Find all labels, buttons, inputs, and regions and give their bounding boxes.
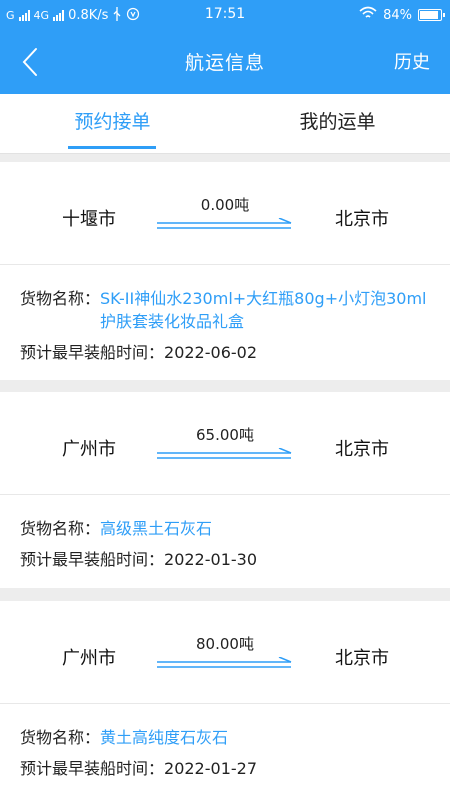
- route-section: 十堰市 0.00吨 北京市: [0, 162, 450, 265]
- origin-city: 广州市: [62, 648, 116, 669]
- destination-city: 北京市: [335, 439, 389, 460]
- date-label: 预计最早装船时间：: [20, 550, 165, 569]
- app-header: G 4G 0.8K/s 17:51 84% 航运信息 历史: [0, 0, 450, 94]
- order-details: 货物名称： 黄土高纯度石灰石 预计最早装船时间： 2022-01-27: [0, 704, 450, 780]
- destination-city: 北京市: [335, 209, 389, 230]
- cargo-row: 货物名称： SK-II神仙水230ml+大红瓶80g+小灯泡30ml护肤套装化妆…: [20, 287, 432, 333]
- route-arrow-icon: [157, 218, 292, 229]
- nav-bar: 航运信息 历史: [0, 30, 450, 94]
- page-title: 航运信息: [184, 52, 265, 74]
- date-row: 预计最早装船时间： 2022-06-02: [20, 341, 432, 364]
- tab-my-waybills[interactable]: 我的运单: [225, 94, 450, 154]
- cargo-label: 货物名称：: [20, 289, 101, 308]
- order-card[interactable]: 十堰市 0.00吨 北京市 货物名称： SK-II神仙水230ml+大红瓶80g…: [0, 162, 450, 380]
- status-bar: G 4G 0.8K/s 17:51 84%: [0, 0, 450, 30]
- route-arrow-icon: [157, 448, 292, 459]
- cargo-row: 货物名称： 黄土高纯度石灰石: [20, 726, 432, 749]
- tonnage: 65.00吨: [196, 426, 254, 444]
- tonnage: 80.00吨: [196, 635, 254, 653]
- battery-icon: [418, 9, 445, 21]
- date-row: 预计最早装船时间： 2022-01-30: [20, 548, 432, 571]
- tab-booking[interactable]: 预约接单: [0, 94, 225, 154]
- route-section: 广州市 80.00吨 北京市: [0, 601, 450, 704]
- tab-active-indicator: [68, 146, 156, 149]
- cargo-row: 货物名称： 高级黑土石灰石: [20, 517, 432, 540]
- origin-city: 十堰市: [62, 209, 116, 230]
- date-label: 预计最早装船时间：: [20, 343, 165, 362]
- loading-date: 2022-01-30: [164, 550, 257, 569]
- status-right: 84%: [359, 6, 445, 24]
- date-label: 预计最早装船时间：: [20, 759, 165, 778]
- tonnage: 0.00吨: [200, 196, 250, 214]
- cargo-name: 高级黑土石灰石: [100, 519, 213, 538]
- cargo-label: 货物名称：: [20, 728, 101, 747]
- tab-bar: 预约接单 我的运单: [0, 94, 450, 154]
- battery-percent: 84%: [383, 7, 412, 23]
- order-card[interactable]: 广州市 65.00吨 北京市 货物名称： 高级黑土石灰石 预计最早装船时间： 2…: [0, 392, 450, 588]
- order-details: 货物名称： 高级黑土石灰石 预计最早装船时间： 2022-01-30: [0, 495, 450, 571]
- history-button[interactable]: 历史: [394, 48, 430, 74]
- loading-date: 2022-06-02: [164, 343, 257, 362]
- route-section: 广州市 65.00吨 北京市: [0, 392, 450, 495]
- cargo-name: 黄土高纯度石灰石: [100, 728, 229, 747]
- origin-city: 广州市: [62, 439, 116, 460]
- cargo-name: SK-II神仙水230ml+大红瓶80g+小灯泡30ml护肤套装化妆品礼盒: [100, 289, 427, 331]
- order-card[interactable]: 广州市 80.00吨 北京市 货物名称： 黄土高纯度石灰石 预计最早装船时间： …: [0, 601, 450, 800]
- date-row: 预计最早装船时间： 2022-01-27: [20, 757, 432, 780]
- destination-city: 北京市: [335, 648, 389, 669]
- order-details: 货物名称： SK-II神仙水230ml+大红瓶80g+小灯泡30ml护肤套装化妆…: [0, 265, 450, 364]
- route-arrow-icon: [157, 657, 292, 668]
- loading-date: 2022-01-27: [164, 759, 257, 778]
- cargo-label: 货物名称：: [20, 519, 101, 538]
- wifi-icon: [359, 6, 377, 24]
